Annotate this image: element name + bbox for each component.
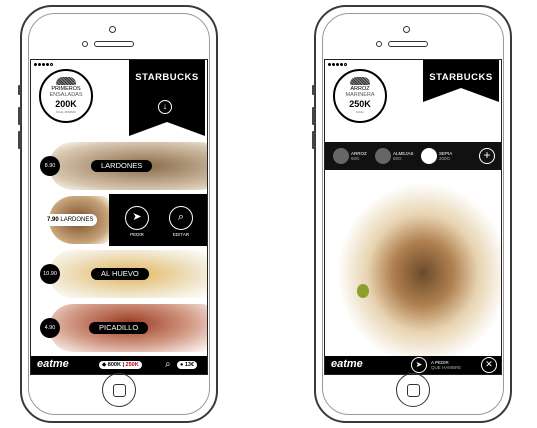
badge-line2: ENSALADAS xyxy=(49,92,83,98)
item-name: LARDONES xyxy=(91,160,153,172)
signal-dots xyxy=(34,63,53,66)
right-phone: ARROZ MARINERA 250K KCAL STARBUCKS ARROZ… xyxy=(312,5,512,423)
dish-icon xyxy=(56,77,76,85)
brand-banner: STARBUCKS ↓ xyxy=(129,60,205,136)
menu-item-4[interactable]: 4.90 PICADILLO xyxy=(31,302,207,354)
item-name: PICADILLO xyxy=(89,322,149,334)
dish-badge[interactable]: ARROZ MARINERA 250K KCAL xyxy=(333,69,387,123)
menu-item-1[interactable]: 8.90 LARDONES xyxy=(31,140,207,192)
item-actions-panel: ➤ PEDIR ⌕ EDITAR xyxy=(109,194,207,246)
ingredient-clams[interactable]: ALMEJAS 50G xyxy=(393,151,414,161)
order-button[interactable]: ➤ xyxy=(411,357,427,373)
brand-name: STARBUCKS xyxy=(429,72,493,83)
magnifier-icon: ⌕ xyxy=(177,211,185,223)
edit-label: EDITAR xyxy=(172,232,190,237)
item-price: 7.90 xyxy=(47,217,59,223)
edit-button[interactable]: ⌕ xyxy=(169,206,193,230)
home-button[interactable] xyxy=(102,373,136,407)
sensor-icon xyxy=(376,41,382,47)
ingredient-icon-rice[interactable] xyxy=(333,148,349,164)
badge-small: KCAL MINIMO xyxy=(56,110,76,114)
order-button[interactable]: ➤ xyxy=(125,206,149,230)
kcal-summary: ◆ 800K | 250K xyxy=(99,361,142,369)
speaker-grille xyxy=(94,41,134,47)
badge-kcal: 200K xyxy=(55,99,77,109)
coin-icon: ● xyxy=(180,362,184,368)
home-button[interactable] xyxy=(396,373,430,407)
signal-dots xyxy=(328,63,347,66)
camera-icon xyxy=(109,26,116,33)
order-label: PEDIR xyxy=(130,232,144,237)
brand-banner: STARBUCKS xyxy=(423,60,499,102)
order-label: A PEDIR QUE HAMBRE xyxy=(431,360,462,370)
send-icon: ➤ xyxy=(415,360,423,369)
ingredient-rice[interactable]: ARROZ 50G xyxy=(351,151,367,161)
right-screen: ARROZ MARINERA 250K KCAL STARBUCKS ARROZ… xyxy=(324,59,502,375)
bottom-bar: eatme ➤ A PEDIR QUE HAMBRE ✕ xyxy=(325,356,501,374)
send-icon: ➤ xyxy=(132,211,142,223)
flame-icon: ◆ xyxy=(102,362,107,368)
search-icon[interactable]: ⌕ xyxy=(165,359,171,370)
dish-icon xyxy=(350,77,370,85)
ingredient-icon-squid[interactable] xyxy=(421,148,437,164)
left-screen: PRIMEROS ENSALADAS 200K KCAL MINIMO STAR… xyxy=(30,59,208,375)
item-price: 8.90 xyxy=(40,156,60,176)
badge-small: KCAL xyxy=(356,110,364,114)
ingredients-bar: ARROZ 50G ALMEJAS 50G SEPIA 200G + xyxy=(325,142,501,170)
close-icon[interactable]: ✕ xyxy=(481,357,497,373)
item-price: 10.90 xyxy=(40,264,60,284)
speaker-grille xyxy=(388,41,428,47)
menu-item-3[interactable]: 10.90 AL HUEVO xyxy=(31,248,207,300)
ingredient-icon-clams[interactable] xyxy=(375,148,391,164)
category-badge[interactable]: PRIMEROS ENSALADAS 200K KCAL MINIMO xyxy=(39,69,93,123)
olive-garnish xyxy=(357,284,369,298)
bottom-bar: eatme ◆ 800K | 250K ⌕ ● 13€ xyxy=(31,356,207,374)
item-name: AL HUEVO xyxy=(91,268,149,280)
sensor-icon xyxy=(82,41,88,47)
badge-line2: MARINERA xyxy=(345,92,375,98)
eatme-logo: eatme xyxy=(331,358,363,370)
ingredient-squid[interactable]: SEPIA 200G xyxy=(439,151,452,161)
price-total[interactable]: ● 13€ xyxy=(177,361,198,369)
brand-name: STARBUCKS xyxy=(135,72,199,83)
item-price: 4.90 xyxy=(40,318,60,338)
dish-photo xyxy=(325,170,501,358)
add-ingredient-icon[interactable]: + xyxy=(479,148,495,164)
menu-item-2-selected[interactable]: 7.90 LARDONES ➤ PEDIR ⌕ EDITAR xyxy=(31,194,207,246)
download-icon[interactable]: ↓ xyxy=(158,100,172,114)
badge-kcal: 250K xyxy=(349,99,371,109)
eatme-logo: eatme xyxy=(37,358,69,370)
item-name: LARDONES xyxy=(60,217,94,223)
camera-icon xyxy=(403,26,410,33)
left-phone: PRIMEROS ENSALADAS 200K KCAL MINIMO STAR… xyxy=(18,5,218,423)
